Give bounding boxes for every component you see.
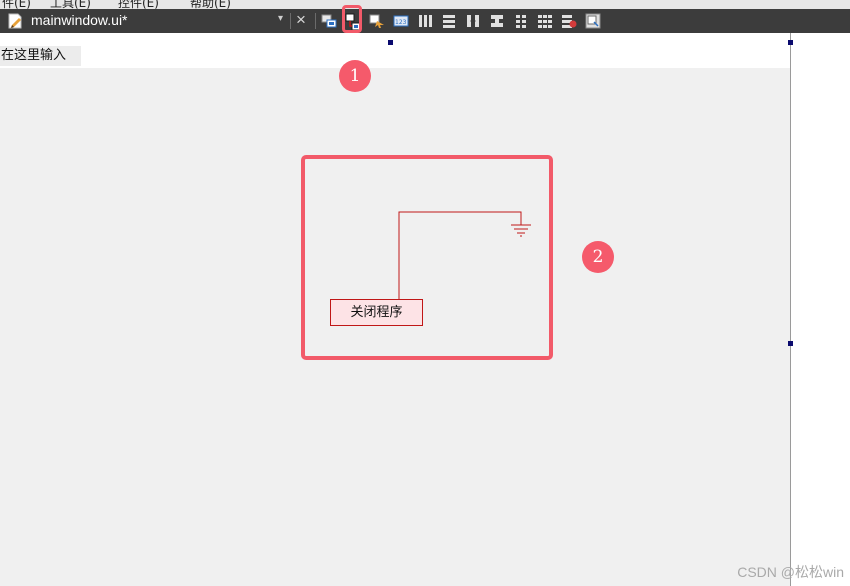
tab-dropdown-icon[interactable]: ▾ xyxy=(278,13,283,24)
menu-item-widgets[interactable]: 控件(E) xyxy=(118,0,159,9)
ui-file-icon xyxy=(8,13,22,29)
close-program-button[interactable]: 关闭程序 xyxy=(330,299,423,326)
resize-handle-top-right[interactable] xyxy=(788,40,793,45)
edit-tab-order-icon[interactable]: 123 xyxy=(393,13,409,29)
layout-vertical-splitter-icon[interactable] xyxy=(489,13,505,29)
watermark: CSDN @松松win xyxy=(737,564,844,580)
layout-vertical-icon[interactable] xyxy=(441,13,457,29)
ground-symbol-icon xyxy=(511,224,531,237)
resize-handle-top[interactable] xyxy=(388,40,393,45)
break-layout-icon[interactable] xyxy=(561,13,577,29)
signal-slot-connection[interactable] xyxy=(390,205,540,305)
edit-buddies-icon[interactable] xyxy=(369,13,385,29)
highlight-box-signals-slots xyxy=(342,5,362,33)
document-tab[interactable]: mainwindow.ui* ▾ xyxy=(0,9,292,33)
toolbar-separator xyxy=(315,13,316,29)
callout-2: 2 xyxy=(582,241,614,273)
menu-item-tools[interactable]: 工具(E) xyxy=(50,0,91,9)
form-menubar-area xyxy=(0,33,790,68)
designer-toolbar: mainwindow.ui* ▾ × 123 xyxy=(0,9,850,33)
layout-grid-icon[interactable] xyxy=(537,13,553,29)
menu-item-help[interactable]: 帮助(E) xyxy=(190,0,231,9)
menubar-placeholder[interactable]: 在这里输入 xyxy=(0,46,81,66)
menu-item-file[interactable]: 件(E) xyxy=(2,0,31,9)
layout-form-icon[interactable] xyxy=(513,13,529,29)
toolbar-separator xyxy=(290,13,291,29)
close-tab-icon[interactable]: × xyxy=(296,10,306,30)
adjust-size-icon[interactable] xyxy=(585,13,601,29)
svg-text:123: 123 xyxy=(395,19,407,26)
layout-horizontal-splitter-icon[interactable] xyxy=(465,13,481,29)
document-title: mainwindow.ui* xyxy=(31,12,128,28)
layout-horizontal-icon[interactable] xyxy=(417,13,433,29)
menu-bar: 件(E) 工具(E) 控件(E) 帮助(E) xyxy=(0,0,850,9)
edit-widgets-icon[interactable] xyxy=(321,13,337,29)
form-right-border xyxy=(790,33,791,586)
resize-handle-right[interactable] xyxy=(788,341,793,346)
callout-1: 1 xyxy=(339,60,371,92)
